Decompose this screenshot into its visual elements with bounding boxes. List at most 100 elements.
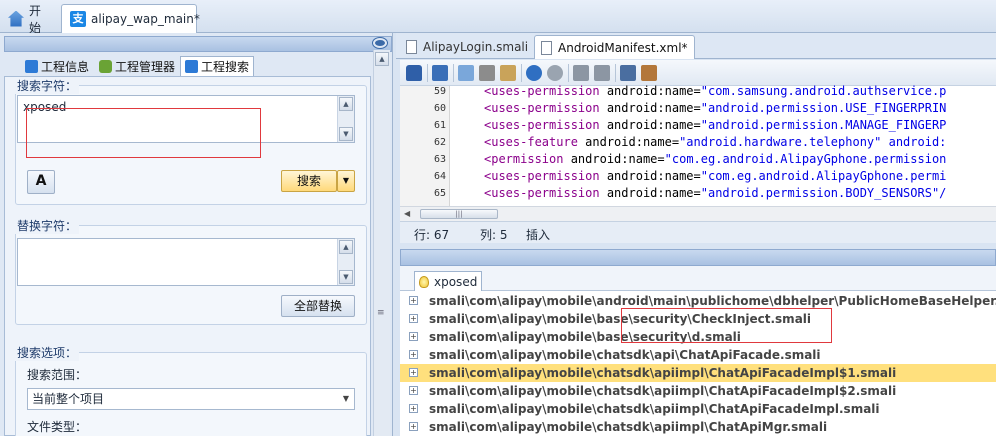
search-panel: 搜索字符： xposed ▲ ▼ A 搜索 ▼ 替换字符： ▲ ▼ 全部替换 搜…: [4, 76, 371, 436]
expand-icon[interactable]: +: [409, 314, 418, 323]
eye-icon[interactable]: [373, 38, 387, 48]
expand-icon[interactable]: +: [409, 422, 418, 431]
cursor-row: 行: 67: [414, 228, 450, 242]
replace-all-button[interactable]: 全部替换: [281, 295, 355, 317]
code-value: "android.permission.MANAGE_FINGERP: [700, 118, 947, 132]
code-attr: android:name=: [599, 118, 701, 132]
scroll-up-icon[interactable]: ▲: [339, 97, 353, 111]
code-tag: <uses-feature: [484, 135, 578, 149]
document-tab-bar: 开始 支 alipay_wap_main*: [0, 0, 996, 35]
font-icon: A: [35, 173, 47, 189]
code-tag: <uses-permission: [484, 186, 600, 200]
code-tag: <uses-permission: [484, 118, 600, 132]
info-icon: [25, 59, 38, 73]
result-item-selected[interactable]: + smali\com\alipay\mobile\chatsdk\apiimpl…: [400, 364, 996, 382]
expand-icon[interactable]: +: [409, 386, 418, 395]
arrow-left-icon[interactable]: [573, 64, 589, 81]
code-value: "com.eg.android.AlipayGphone.permission: [664, 152, 947, 166]
code-value: "com.eg.android.AlipayGphone.permi: [700, 169, 947, 183]
line-number-gutter: 59 60 61 62 63 64 65: [400, 86, 450, 206]
code-value: "android.hardware.telephony" android:: [679, 135, 947, 149]
expand-icon[interactable]: +: [409, 368, 418, 377]
code-line: <uses-permission android:name="com.samsu…: [484, 84, 946, 98]
scroll-up-icon[interactable]: ▲: [375, 52, 389, 66]
tab-results-xposed[interactable]: xposed: [414, 271, 483, 291]
code-value: "com.samsung.android.authservice.p: [700, 84, 947, 98]
scope-select-value: 当前整个项目: [32, 392, 105, 406]
result-item[interactable]: + smali\com\alipay\mobile\chatsdk\apiimpl…: [400, 382, 996, 400]
tab-alipaylogin-smali[interactable]: AlipayLogin.smali: [400, 35, 534, 59]
left-panel-tabs: 工程信息 工程管理器 工程搜索: [20, 56, 255, 76]
replace-input-scrollbar[interactable]: ▲ ▼: [337, 239, 354, 285]
code-value: "android.permission.USE_FINGERPRIN: [700, 101, 947, 115]
tab-project[interactable]: 支 alipay_wap_main*: [61, 4, 200, 33]
insert-mode: 插入: [526, 228, 551, 242]
line-number: 61: [433, 120, 446, 131]
tab-start[interactable]: 开始: [0, 3, 58, 35]
result-item[interactable]: + smali\com\alipay\mobile\chatsdk\apiimpl…: [400, 400, 996, 418]
scroll-up-icon[interactable]: ▲: [339, 240, 353, 254]
left-panel-scrollbar[interactable]: ▲ ≡: [373, 50, 390, 436]
left-panel: 工程信息 工程管理器 工程搜索 搜索字符： xposed ▲ ▼ A 搜索 ▼ …: [0, 33, 393, 436]
search-button[interactable]: 搜索: [281, 170, 337, 192]
toolbar-separator: [427, 63, 428, 82]
scrollbar-thumb[interactable]: |||: [420, 209, 498, 219]
line-number: 63: [433, 154, 446, 165]
home-icon: [8, 10, 24, 27]
line-number: 65: [433, 188, 446, 199]
tab-project-search[interactable]: 工程搜索: [180, 56, 255, 76]
code-tag: <permission: [484, 152, 564, 166]
code-attr: android:name=: [577, 135, 680, 149]
cut-icon[interactable]: [479, 64, 495, 81]
results-panel-header: [400, 249, 996, 266]
code-tag: <uses-permission: [484, 101, 600, 115]
lock-icon[interactable]: [406, 64, 422, 81]
tab-start-label: 开始: [29, 3, 42, 35]
result-path: smali\com\alipay\mobile\chatsdk\api\Chat…: [429, 348, 821, 362]
code-tag: <uses-permission: [484, 169, 600, 183]
code-attr: android:name=: [599, 169, 701, 183]
tab-results-label: xposed: [434, 274, 478, 289]
tab-project-manager-label: 工程管理器: [115, 59, 176, 74]
scroll-down-icon[interactable]: ▼: [339, 270, 353, 284]
left-panel-header: [4, 36, 392, 52]
code-line: <uses-permission android:name="android.p…: [484, 101, 946, 115]
editor-tab-bar: AlipayLogin.smali AndroidManifest.xml*: [396, 33, 996, 59]
result-item[interactable]: + smali\com\alipay\mobile\chatsdk\api\Cha…: [400, 346, 996, 364]
tab-androidmanifest-xml[interactable]: AndroidManifest.xml*: [534, 35, 695, 59]
code-attr: android:name=: [599, 186, 701, 200]
tab-project-manager[interactable]: 工程管理器: [94, 56, 180, 76]
result-path: smali\com\alipay\mobile\chatsdk\apiimpl\…: [429, 366, 897, 380]
paste-icon[interactable]: [500, 64, 516, 81]
replace-input[interactable]: ▲ ▼: [17, 238, 355, 286]
highlight-box-results: [621, 308, 832, 343]
file-icon: [541, 40, 552, 55]
copy-icon[interactable]: [458, 64, 474, 81]
expand-icon[interactable]: +: [409, 404, 418, 413]
expand-icon[interactable]: +: [409, 332, 418, 341]
tab-project-info[interactable]: 工程信息: [20, 56, 94, 76]
code-attr: android:name=: [599, 84, 701, 98]
editor-horizontal-scrollbar[interactable]: ◀ |||: [400, 206, 996, 221]
format-icon[interactable]: [620, 64, 636, 81]
search-dropdown-button[interactable]: ▼: [337, 170, 355, 192]
save-icon[interactable]: [432, 64, 448, 81]
grip-icon[interactable]: ≡: [377, 309, 386, 318]
expand-icon[interactable]: +: [409, 296, 418, 305]
code-editor[interactable]: 59 60 61 62 63 64 65 <uses-permission an…: [400, 84, 996, 206]
scroll-down-icon[interactable]: ▼: [339, 127, 353, 141]
tab-androidmanifest-label: AndroidManifest.xml*: [558, 40, 688, 55]
code-attr: android:name=: [563, 152, 665, 166]
code-attr: android:name=: [599, 101, 701, 115]
undo-icon[interactable]: [526, 64, 542, 81]
arrow-right-icon[interactable]: [594, 64, 610, 81]
search-results-tree: + smali\com\alipay\mobile\android\main\pu…: [400, 291, 996, 436]
scope-select[interactable]: 当前整个项目 ▼: [27, 388, 355, 410]
font-button[interactable]: A: [27, 170, 55, 194]
scroll-left-icon[interactable]: ◀: [404, 209, 410, 218]
result-item[interactable]: + smali\com\alipay\mobile\chatsdk\apiimpl…: [400, 418, 996, 436]
java-icon[interactable]: [641, 64, 657, 81]
expand-icon[interactable]: +: [409, 350, 418, 359]
redo-icon[interactable]: [547, 64, 563, 81]
search-input-scrollbar[interactable]: ▲ ▼: [337, 96, 354, 142]
